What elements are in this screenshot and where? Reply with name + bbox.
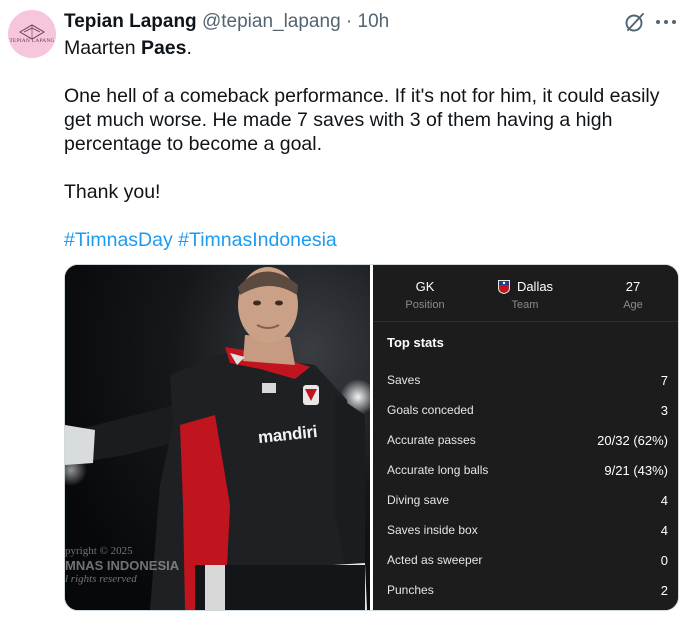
team-label: Team xyxy=(511,299,539,311)
stat-label: Saves inside box xyxy=(387,523,478,537)
age-value: 27 xyxy=(625,279,641,294)
stat-label: Punches xyxy=(387,583,434,597)
avatar-logo-icon xyxy=(8,10,56,58)
author-handle[interactable]: @tepian_lapang xyxy=(202,11,341,32)
tweet-header: Tepian Lapang @tepian_lapang · 10h xyxy=(64,9,389,35)
hashtag-link[interactable]: #TimnasIndonesia xyxy=(178,229,337,251)
stat-label: Accurate long balls xyxy=(387,463,489,477)
watermark-line: pyright © 2025 xyxy=(65,545,133,557)
stat-label: Acted as sweeper xyxy=(387,553,483,567)
stat-label: Accurate passes xyxy=(387,433,476,447)
player-info-row: GK Position Dallas Team 27 Age xyxy=(373,265,678,322)
stat-label: Goals conceded xyxy=(387,403,474,417)
position-value: GK xyxy=(415,279,435,294)
stat-value: 20/32 (62%) xyxy=(597,433,668,448)
stat-value: 4 xyxy=(660,493,668,508)
team-value: Dallas xyxy=(516,279,554,294)
stat-row: Punches 2 xyxy=(387,583,668,603)
avatar-text: TEPIAN LAPANG xyxy=(9,38,55,44)
player-photo[interactable]: mandiri pyright © 2025 MNAS INDONESIA l … xyxy=(65,265,370,610)
tweet-text: Maarten Paes. One hell of a comeback per… xyxy=(64,36,674,252)
team-column: Dallas Team xyxy=(475,279,575,313)
watermark-line: l rights reserved xyxy=(65,573,137,585)
stat-label: Diving save xyxy=(387,493,450,507)
age-label: Age xyxy=(623,299,643,311)
player-stats-card[interactable]: GK Position Dallas Team 27 Age Top stats… xyxy=(373,265,678,610)
stat-value: 7 xyxy=(660,373,668,388)
tweet-media[interactable]: mandiri pyright © 2025 MNAS INDONESIA l … xyxy=(64,264,679,611)
stat-row: Accurate long balls 9/21 (43%) xyxy=(387,463,668,483)
position-label: Position xyxy=(405,299,445,311)
stat-label: Saves xyxy=(387,373,421,387)
stat-value: 0 xyxy=(660,553,668,568)
position-column: GK Position xyxy=(375,279,475,313)
stat-row: Saves inside box 4 xyxy=(387,523,668,543)
tweet-bold-name: Paes xyxy=(140,37,187,59)
tweet-thanks: Thank you! xyxy=(64,181,161,203)
avatar[interactable]: TEPIAN LAPANG xyxy=(8,10,56,58)
tweet[interactable]: TEPIAN LAPANG Tepian Lapang @tepian_lapa… xyxy=(0,0,700,621)
more-options-icon[interactable] xyxy=(654,10,678,34)
stat-row: Goals conceded 3 xyxy=(387,403,668,423)
hashtag-link[interactable]: #TimnasDay xyxy=(64,229,173,251)
stat-row: Accurate passes 20/32 (62%) xyxy=(387,433,668,453)
stat-value: 9/21 (43%) xyxy=(604,463,668,478)
team-crest-icon xyxy=(497,280,510,294)
stat-value: 3 xyxy=(660,403,668,418)
stat-row: Diving save 4 xyxy=(387,493,668,513)
tweet-paragraph: One hell of a comeback performance. If i… xyxy=(64,85,660,155)
top-stats-title: Top stats xyxy=(387,335,444,350)
author-name[interactable]: Tepian Lapang xyxy=(64,11,197,32)
grok-icon[interactable] xyxy=(623,10,647,34)
tweet-hashtags: #TimnasDay #TimnasIndonesia xyxy=(64,228,674,252)
watermark-line: MNAS INDONESIA xyxy=(65,558,180,573)
tweet-timestamp[interactable]: 10h xyxy=(358,11,390,32)
stat-row: Acted as sweeper 0 xyxy=(387,553,668,573)
stat-value: 2 xyxy=(660,583,668,598)
header-separator: · xyxy=(345,11,353,32)
stat-row: Saves 7 xyxy=(387,373,668,393)
stat-value: 4 xyxy=(660,523,668,538)
tweet-first-line: Maarten Paes. xyxy=(64,37,192,59)
age-column: 27 Age xyxy=(583,279,678,313)
